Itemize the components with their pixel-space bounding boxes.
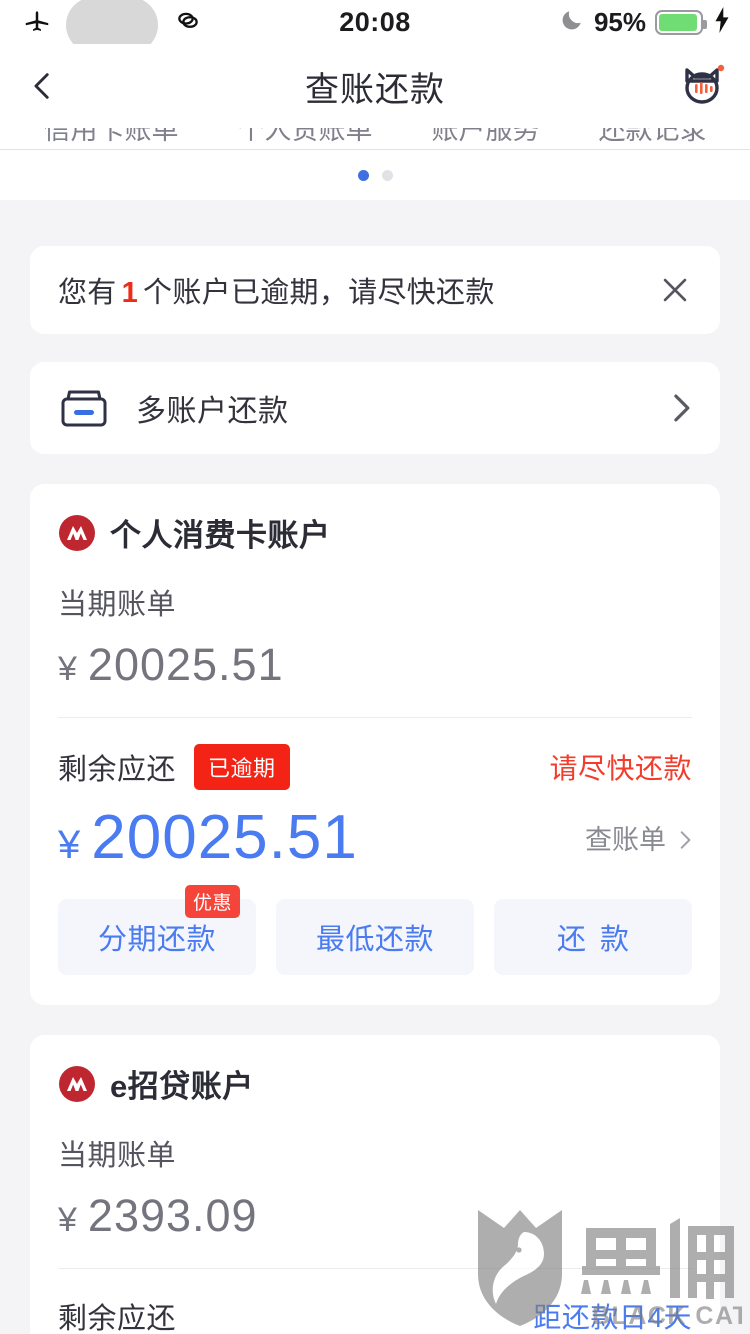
overdue-alert-text: 您有 1 个账户已逾期，请尽快还款	[58, 269, 658, 311]
cat-head-icon[interactable]	[676, 61, 728, 111]
account-header: 个人消费卡账户	[58, 510, 692, 555]
chevron-right-icon	[678, 827, 692, 849]
tab-item[interactable]: 个人贷账单	[238, 128, 373, 147]
view-bill-link[interactable]: 查账单	[585, 818, 692, 857]
current-bill-label: 当期账单	[58, 589, 177, 621]
button-label: 还款	[556, 924, 643, 957]
button-label: 分期还款	[97, 924, 216, 957]
remaining-due-amount: ¥20025.51	[58, 802, 358, 873]
multi-account-label: 多账户还款	[136, 395, 289, 428]
tab-item[interactable]: 账户服务	[432, 128, 540, 147]
alert-count: 1	[121, 277, 139, 309]
page-title: 查账还款	[305, 70, 445, 109]
view-bill-label: 查账单	[585, 825, 666, 856]
account-header: e招贷账户	[58, 1061, 692, 1106]
page-dot[interactable]	[381, 169, 393, 181]
account-action-buttons: 优惠 分期还款 最低还款 还款	[58, 885, 692, 976]
cmb-logo-icon	[58, 514, 96, 552]
remaining-due-row: 剩余应还 距还款日4天	[58, 1295, 692, 1334]
status-bar: 20:08 95%	[0, 0, 750, 53]
amount-value: 2393.09	[87, 1190, 258, 1242]
close-icon[interactable]	[658, 273, 692, 307]
wallet-card-icon	[58, 386, 110, 430]
nav-bar: 查账还款	[0, 44, 750, 128]
amount-value: 20025.51	[87, 639, 284, 690]
alert-prefix: 您有	[58, 277, 117, 309]
alert-suffix: 个账户已逾期，请尽快还款	[143, 277, 495, 309]
promo-tag: 优惠	[184, 885, 240, 919]
overdue-alert-banner: 您有 1 个账户已逾期，请尽快还款	[30, 246, 720, 334]
remaining-due-label: 剩余应还	[58, 754, 177, 786]
page-dot-active[interactable]	[357, 169, 369, 181]
tab-strip-clipped[interactable]: 信用卡账单 个人贷账单 账户服务 还款记录	[0, 128, 750, 150]
tab-item[interactable]: 还款记录	[599, 128, 707, 147]
app-screen: 20:08 95% 查账还款 信用卡账单 个人贷账单 账户服务 还款记录 您有 …	[0, 0, 750, 1334]
back-chevron-icon[interactable]	[26, 69, 60, 103]
account-name: 个人消费卡账户	[110, 518, 331, 553]
installment-repayment-button[interactable]: 优惠 分期还款	[58, 885, 256, 976]
chevron-right-icon[interactable]	[670, 391, 692, 425]
repay-button[interactable]: 还款	[494, 899, 692, 976]
repayment-note: 请尽快还款	[549, 753, 692, 784]
lightning-bolt-icon	[712, 6, 732, 38]
currency-symbol: ¥	[58, 1201, 78, 1240]
status-badge: 已逾期	[194, 744, 290, 790]
account-card: 个人消费卡账户 当期账单 ¥20025.51 剩余应还 已逾期 请尽快还款 ¥2…	[30, 484, 720, 1006]
multi-account-repayment-row[interactable]: 多账户还款	[30, 362, 720, 454]
divider	[58, 1268, 692, 1270]
remaining-due-label: 剩余应还	[58, 1303, 177, 1334]
currency-symbol: ¥	[58, 823, 82, 867]
account-name: e招贷账户	[110, 1069, 254, 1105]
button-label: 最低还款	[315, 924, 434, 957]
account-card: e招贷账户 当期账单 ¥2393.09 剩余应还 距还款日4天 ¥903.09 …	[30, 1035, 720, 1334]
remaining-due-row: 剩余应还 已逾期 请尽快还款	[58, 744, 692, 790]
tab-item[interactable]: 信用卡账单	[44, 128, 179, 147]
current-bill-amount: ¥2393.09	[58, 1190, 692, 1242]
minimum-repayment-button[interactable]: 最低还款	[276, 899, 474, 976]
currency-symbol: ¥	[58, 650, 78, 688]
page-indicator-dots	[0, 150, 750, 200]
current-bill-label: 当期账单	[58, 1140, 177, 1173]
remaining-due-amount-row: ¥20025.51 查账单	[58, 802, 692, 873]
divider	[58, 717, 692, 718]
battery-percent-label: 95%	[593, 6, 646, 37]
status-bar-right: 95%	[559, 0, 732, 44]
days-until-due-note: 距还款日4天	[533, 1302, 692, 1334]
moon-icon	[559, 7, 585, 38]
main-content: 您有 1 个账户已逾期，请尽快还款 多账户还款 个人消费卡账户 当期账单 ¥ 2…	[0, 246, 750, 1334]
cmb-logo-icon	[58, 1065, 96, 1103]
current-bill-amount: ¥20025.51	[58, 639, 692, 691]
amount-value: 20025.51	[91, 803, 358, 872]
battery-icon	[655, 9, 707, 35]
